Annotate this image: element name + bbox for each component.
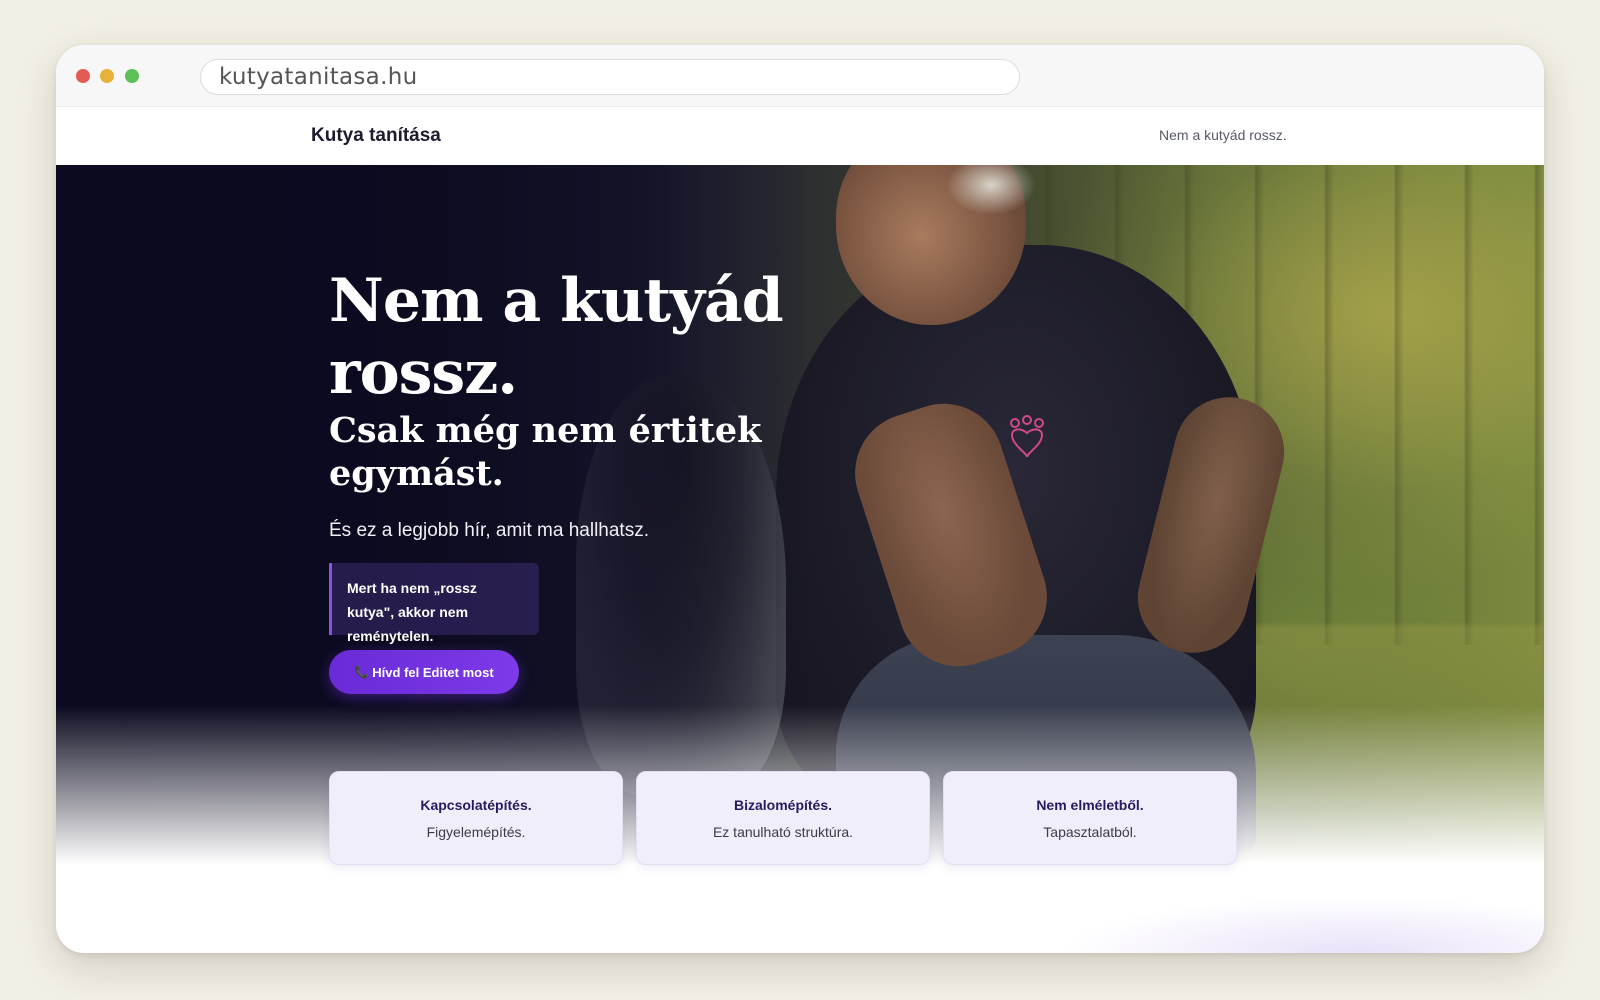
- hero-section: Nem a kutyád rossz. Csak még nem értitek…: [56, 165, 1544, 865]
- hero-quote: Mert ha nem „rossz kutya", akkor nem rem…: [329, 563, 539, 644]
- feature-card: Bizalomépítés. Ez tanulható struktúra.: [636, 771, 930, 865]
- feature-cards: Kapcsolatépítés. Figyelemépítés. Bizalom…: [329, 771, 1237, 865]
- hero-lede: És ez a legjobb hír, amit ma hallhatsz.: [329, 520, 649, 541]
- feature-card-title: Kapcsolatépítés.: [420, 797, 532, 813]
- feature-card: Kapcsolatépítés. Figyelemépítés.: [329, 771, 623, 865]
- feature-card-title: Nem elméletből.: [1036, 797, 1144, 813]
- site-header: Kutya tanítása Nem a kutyád rossz.: [56, 107, 1544, 165]
- feature-card-title: Bizalomépítés.: [733, 797, 833, 813]
- feature-card-text: Ez tanulható struktúra.: [712, 824, 854, 840]
- maximize-window-dot[interactable]: [125, 69, 139, 83]
- minimize-window-dot[interactable]: [100, 69, 114, 83]
- phone-icon: 📞: [354, 665, 370, 679]
- feature-card-text: Tapasztalatból.: [1043, 824, 1137, 840]
- call-edit-label: Hívd fel Editet most: [372, 664, 494, 680]
- page-bottom-glow: [56, 883, 1544, 953]
- site-brand[interactable]: Kutya tanítása: [311, 125, 441, 147]
- close-window-dot[interactable]: [76, 69, 90, 83]
- call-edit-button[interactable]: 📞 Hívd fel Editet most: [329, 650, 519, 694]
- feature-card: Nem elméletből. Tapasztalatból.: [943, 771, 1237, 865]
- browser-window: kutyatanitasa.hu Kutya tanítása Nem a ku…: [56, 45, 1544, 953]
- address-bar[interactable]: kutyatanitasa.hu: [200, 59, 1020, 95]
- hero-headline: Nem a kutyád rossz.: [329, 266, 784, 408]
- browser-chrome: kutyatanitasa.hu: [56, 45, 1544, 107]
- hero-subheadline: Csak még nem értitek egymást.: [329, 410, 762, 494]
- feature-card-text: Figyelemépítés.: [426, 824, 526, 840]
- paw-heart-icon: [1010, 415, 1044, 458]
- nav-link[interactable]: Nem a kutyád rossz.: [1159, 127, 1287, 143]
